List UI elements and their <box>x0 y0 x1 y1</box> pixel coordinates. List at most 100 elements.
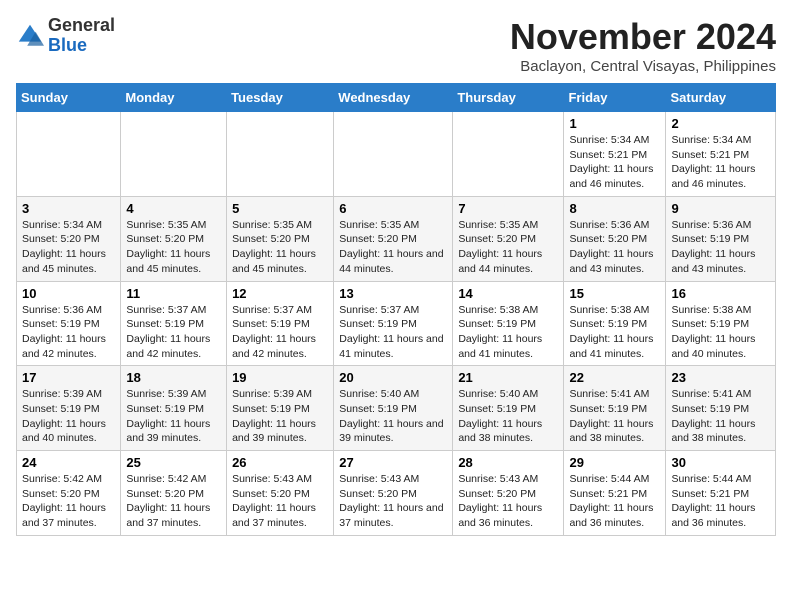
calendar-cell <box>453 112 564 197</box>
day-number: 30 <box>671 455 770 470</box>
calendar-cell: 17 Sunrise: 5:39 AM Sunset: 5:19 PM Dayli… <box>17 366 121 451</box>
location-subtitle: Baclayon, Central Visayas, Philippines <box>510 58 776 75</box>
weekday-header-tuesday: Tuesday <box>227 84 334 112</box>
day-info: Sunrise: 5:44 AM Sunset: 5:21 PM Dayligh… <box>671 472 770 531</box>
calendar-week-row: 24 Sunrise: 5:42 AM Sunset: 5:20 PM Dayli… <box>17 451 776 536</box>
day-number: 23 <box>671 370 770 385</box>
day-number: 10 <box>22 286 115 301</box>
day-info: Sunrise: 5:36 AM Sunset: 5:20 PM Dayligh… <box>569 218 660 277</box>
calendar-table: SundayMondayTuesdayWednesdayThursdayFrid… <box>16 83 776 536</box>
day-info: Sunrise: 5:39 AM Sunset: 5:19 PM Dayligh… <box>232 387 328 446</box>
title-area: November 2024 Baclayon, Central Visayas,… <box>510 16 776 75</box>
logo-icon <box>16 22 44 50</box>
calendar-cell <box>227 112 334 197</box>
calendar-cell: 13Sunrise: 5:37 AM Sunset: 5:19 PM Dayli… <box>334 281 453 366</box>
calendar-cell: 10 Sunrise: 5:36 AM Sunset: 5:19 PM Dayli… <box>17 281 121 366</box>
calendar-cell: 14Sunrise: 5:38 AM Sunset: 5:19 PM Dayli… <box>453 281 564 366</box>
calendar-cell: 23 Sunrise: 5:41 AM Sunset: 5:19 PM Dayli… <box>666 366 776 451</box>
weekday-header-wednesday: Wednesday <box>334 84 453 112</box>
logo: General Blue <box>16 16 115 56</box>
day-info: Sunrise: 5:38 AM Sunset: 5:19 PM Dayligh… <box>569 303 660 362</box>
day-info: Sunrise: 5:37 AM Sunset: 5:19 PM Dayligh… <box>339 303 447 362</box>
calendar-cell: 8 Sunrise: 5:36 AM Sunset: 5:20 PM Daylig… <box>564 196 666 281</box>
weekday-header-sunday: Sunday <box>17 84 121 112</box>
day-info: Sunrise: 5:39 AM Sunset: 5:19 PM Dayligh… <box>22 387 115 446</box>
calendar-cell <box>17 112 121 197</box>
day-info: Sunrise: 5:38 AM Sunset: 5:19 PM Dayligh… <box>458 303 558 362</box>
day-number: 15 <box>569 286 660 301</box>
day-number: 17 <box>22 370 115 385</box>
logo-blue-text: Blue <box>48 35 87 55</box>
calendar-cell: 18Sunrise: 5:39 AM Sunset: 5:19 PM Dayli… <box>121 366 227 451</box>
calendar-week-row: 1Sunrise: 5:34 AM Sunset: 5:21 PM Daylig… <box>17 112 776 197</box>
calendar-week-row: 17 Sunrise: 5:39 AM Sunset: 5:19 PM Dayli… <box>17 366 776 451</box>
day-number: 26 <box>232 455 328 470</box>
day-number: 5 <box>232 201 328 216</box>
calendar-cell: 6 Sunrise: 5:35 AM Sunset: 5:20 PM Daylig… <box>334 196 453 281</box>
day-number: 29 <box>569 455 660 470</box>
day-number: 8 <box>569 201 660 216</box>
weekday-header-thursday: Thursday <box>453 84 564 112</box>
calendar-cell: 5 Sunrise: 5:35 AM Sunset: 5:20 PM Daylig… <box>227 196 334 281</box>
calendar-cell: 12Sunrise: 5:37 AM Sunset: 5:19 PM Dayli… <box>227 281 334 366</box>
day-info: Sunrise: 5:41 AM Sunset: 5:19 PM Dayligh… <box>671 387 770 446</box>
day-info: Sunrise: 5:35 AM Sunset: 5:20 PM Dayligh… <box>458 218 558 277</box>
day-info: Sunrise: 5:44 AM Sunset: 5:21 PM Dayligh… <box>569 472 660 531</box>
day-info: Sunrise: 5:35 AM Sunset: 5:20 PM Dayligh… <box>339 218 447 277</box>
calendar-week-row: 10 Sunrise: 5:36 AM Sunset: 5:19 PM Dayli… <box>17 281 776 366</box>
day-number: 18 <box>126 370 221 385</box>
day-info: Sunrise: 5:42 AM Sunset: 5:20 PM Dayligh… <box>22 472 115 531</box>
calendar-cell: 30 Sunrise: 5:44 AM Sunset: 5:21 PM Dayli… <box>666 451 776 536</box>
calendar-cell: 19 Sunrise: 5:39 AM Sunset: 5:19 PM Dayli… <box>227 366 334 451</box>
calendar-cell: 25 Sunrise: 5:42 AM Sunset: 5:20 PM Dayli… <box>121 451 227 536</box>
day-info: Sunrise: 5:40 AM Sunset: 5:19 PM Dayligh… <box>339 387 447 446</box>
day-info: Sunrise: 5:34 AM Sunset: 5:20 PM Dayligh… <box>22 218 115 277</box>
day-info: Sunrise: 5:40 AM Sunset: 5:19 PM Dayligh… <box>458 387 558 446</box>
day-number: 16 <box>671 286 770 301</box>
calendar-cell: 28Sunrise: 5:43 AM Sunset: 5:20 PM Dayli… <box>453 451 564 536</box>
calendar-cell: 11 Sunrise: 5:37 AM Sunset: 5:19 PM Dayli… <box>121 281 227 366</box>
weekday-header-saturday: Saturday <box>666 84 776 112</box>
day-number: 12 <box>232 286 328 301</box>
calendar-cell: 26 Sunrise: 5:43 AM Sunset: 5:20 PM Dayli… <box>227 451 334 536</box>
calendar-cell: 3 Sunrise: 5:34 AM Sunset: 5:20 PM Daylig… <box>17 196 121 281</box>
day-info: Sunrise: 5:37 AM Sunset: 5:19 PM Dayligh… <box>126 303 221 362</box>
day-info: Sunrise: 5:43 AM Sunset: 5:20 PM Dayligh… <box>232 472 328 531</box>
day-info: Sunrise: 5:42 AM Sunset: 5:20 PM Dayligh… <box>126 472 221 531</box>
page-header: General Blue November 2024 Baclayon, Cen… <box>16 16 776 75</box>
day-info: Sunrise: 5:38 AM Sunset: 5:19 PM Dayligh… <box>671 303 770 362</box>
calendar-cell: 20 Sunrise: 5:40 AM Sunset: 5:19 PM Dayli… <box>334 366 453 451</box>
day-info: Sunrise: 5:43 AM Sunset: 5:20 PM Dayligh… <box>339 472 447 531</box>
day-number: 24 <box>22 455 115 470</box>
calendar-cell: 1Sunrise: 5:34 AM Sunset: 5:21 PM Daylig… <box>564 112 666 197</box>
weekday-header-monday: Monday <box>121 84 227 112</box>
day-number: 11 <box>126 286 221 301</box>
calendar-cell: 16 Sunrise: 5:38 AM Sunset: 5:19 PM Dayli… <box>666 281 776 366</box>
day-number: 28 <box>458 455 558 470</box>
calendar-week-row: 3 Sunrise: 5:34 AM Sunset: 5:20 PM Daylig… <box>17 196 776 281</box>
day-number: 25 <box>126 455 221 470</box>
calendar-cell: 15 Sunrise: 5:38 AM Sunset: 5:19 PM Dayli… <box>564 281 666 366</box>
calendar-cell: 27 Sunrise: 5:43 AM Sunset: 5:20 PM Dayli… <box>334 451 453 536</box>
calendar-cell: 24 Sunrise: 5:42 AM Sunset: 5:20 PM Dayli… <box>17 451 121 536</box>
calendar-cell: 2Sunrise: 5:34 AM Sunset: 5:21 PM Daylig… <box>666 112 776 197</box>
day-number: 22 <box>569 370 660 385</box>
day-number: 20 <box>339 370 447 385</box>
weekday-header-friday: Friday <box>564 84 666 112</box>
calendar-cell: 29 Sunrise: 5:44 AM Sunset: 5:21 PM Dayli… <box>564 451 666 536</box>
calendar-cell: 22Sunrise: 5:41 AM Sunset: 5:19 PM Dayli… <box>564 366 666 451</box>
day-number: 3 <box>22 201 115 216</box>
day-number: 19 <box>232 370 328 385</box>
day-info: Sunrise: 5:36 AM Sunset: 5:19 PM Dayligh… <box>22 303 115 362</box>
weekday-header-row: SundayMondayTuesdayWednesdayThursdayFrid… <box>17 84 776 112</box>
day-number: 1 <box>569 116 660 131</box>
calendar-cell: 7Sunrise: 5:35 AM Sunset: 5:20 PM Daylig… <box>453 196 564 281</box>
day-number: 9 <box>671 201 770 216</box>
calendar-cell: 21Sunrise: 5:40 AM Sunset: 5:19 PM Dayli… <box>453 366 564 451</box>
calendar-cell <box>121 112 227 197</box>
day-number: 27 <box>339 455 447 470</box>
day-info: Sunrise: 5:35 AM Sunset: 5:20 PM Dayligh… <box>232 218 328 277</box>
day-info: Sunrise: 5:36 AM Sunset: 5:19 PM Dayligh… <box>671 218 770 277</box>
day-number: 6 <box>339 201 447 216</box>
calendar-cell: 9 Sunrise: 5:36 AM Sunset: 5:19 PM Daylig… <box>666 196 776 281</box>
